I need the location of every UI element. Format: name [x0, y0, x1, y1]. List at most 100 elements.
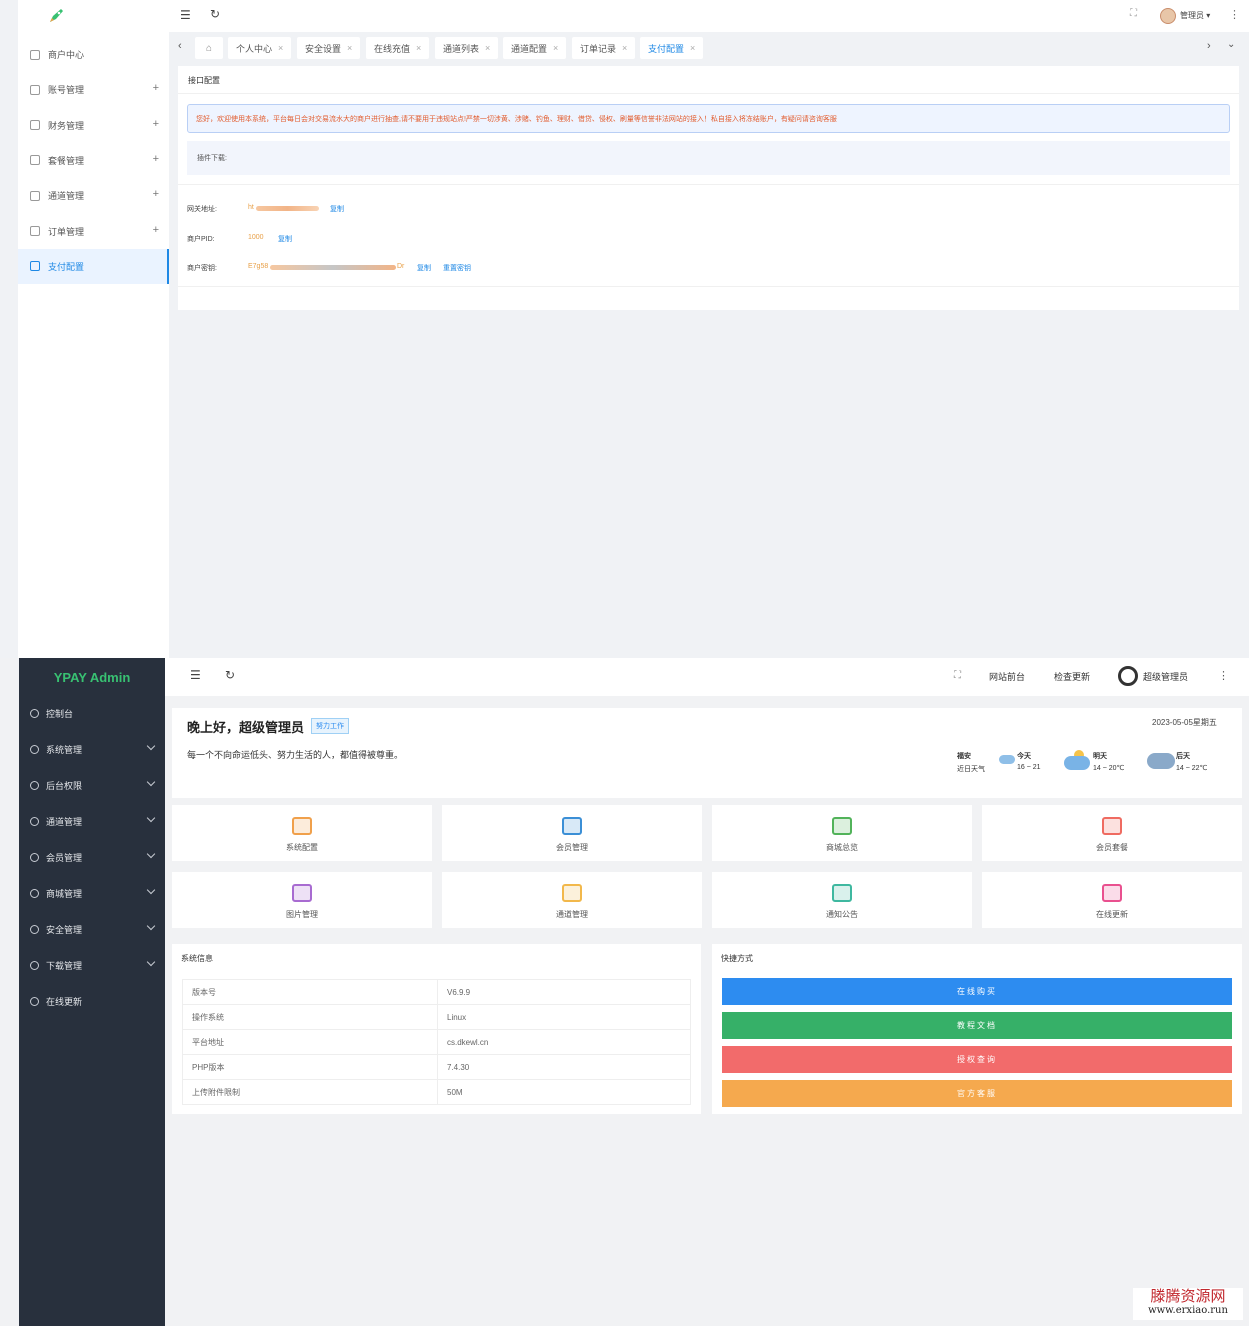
chevron-down-icon: [146, 921, 156, 931]
quick-link-button[interactable]: 官方客服: [722, 1080, 1232, 1107]
close-icon[interactable]: ×: [553, 43, 558, 53]
tab-1[interactable]: 安全设置 ×: [297, 37, 361, 59]
frontend-link[interactable]: 网站前台: [989, 670, 1025, 683]
more-icon[interactable]: ⋮: [1218, 669, 1229, 682]
close-icon[interactable]: ×: [690, 43, 695, 53]
close-icon[interactable]: ×: [278, 43, 283, 53]
menu-toggle-icon[interactable]: ☰: [190, 668, 201, 682]
shortcut-tile[interactable]: 系统配置: [172, 805, 432, 861]
tile-label: 系统配置: [286, 843, 318, 852]
sidebar-item[interactable]: 套餐管理 +: [18, 143, 169, 178]
status-badge: 努力工作: [311, 718, 349, 734]
tab-label: 通道配置: [511, 43, 548, 54]
sidebar-item[interactable]: 在线更新: [19, 983, 165, 1019]
quick-link-button[interactable]: 在线购买: [722, 978, 1232, 1005]
fullscreen-icon[interactable]: ⛶: [954, 670, 961, 681]
tabs-prev-icon[interactable]: ‹: [178, 40, 182, 52]
shortcut-tile[interactable]: 通道管理: [442, 872, 702, 928]
sidebar-item-label: 通道管理: [48, 191, 85, 202]
admin-sidebar: YPAY Admin 控制台系统管理后台权限 通道管理 会员管理 商城管理 安全管理下载…: [19, 658, 165, 1326]
chevron-down-icon: [146, 885, 156, 895]
expand-plus-icon[interactable]: +: [153, 153, 159, 165]
info-value: cs.dkewl.cn: [437, 1029, 691, 1055]
home-tab[interactable]: ⌂: [195, 37, 223, 59]
expand-plus-icon[interactable]: +: [153, 82, 159, 94]
user-menu[interactable]: 超级管理员: [1143, 670, 1188, 683]
check-update-link[interactable]: 检查更新: [1054, 670, 1090, 683]
key-reset-link[interactable]: 重置密钥: [443, 263, 471, 273]
sidebar-item[interactable]: 商城管理: [19, 875, 165, 911]
sysinfo-title: 系统信息: [181, 954, 213, 963]
sidebar-item[interactable]: 下载管理: [19, 947, 165, 983]
sidebar-item[interactable]: 会员管理: [19, 839, 165, 875]
shortcut-tile[interactable]: 图片管理: [172, 872, 432, 928]
tab-6[interactable]: 支付配置 ×: [640, 37, 704, 59]
sidebar-item[interactable]: 通道管理: [19, 803, 165, 839]
close-icon[interactable]: ×: [347, 43, 352, 53]
table-row: 操作系统 Linux: [182, 1004, 691, 1030]
key-copy-link[interactable]: 复制: [417, 263, 431, 273]
refresh-icon[interactable]: ↻: [210, 7, 220, 21]
close-icon[interactable]: ×: [416, 43, 421, 53]
sidebar-item-label: 下载管理: [46, 960, 83, 971]
weather-range-1: 16 ~ 21: [1017, 764, 1041, 771]
user-avatar[interactable]: [1160, 8, 1176, 24]
sidebar-item[interactable]: 支付配置: [18, 248, 169, 284]
shortcut-tile[interactable]: 通知公告: [712, 872, 972, 928]
user-menu[interactable]: 管理员 ▾: [1180, 10, 1210, 21]
shortcut-tile[interactable]: 会员套餐: [982, 805, 1242, 861]
sidebar-item-label: 系统管理: [46, 744, 83, 755]
tab-label: 通道列表: [443, 43, 480, 54]
sidebar-item[interactable]: 控制台: [19, 695, 165, 731]
menu-icon: [30, 261, 40, 272]
fullscreen-icon[interactable]: ⛶: [1130, 8, 1137, 19]
more-icon[interactable]: ⋮: [1229, 8, 1240, 21]
tab-0[interactable]: 个人中心 ×: [228, 37, 292, 59]
shortcut-tile[interactable]: 会员管理: [442, 805, 702, 861]
shortcut-tile[interactable]: 商城总览: [712, 805, 972, 861]
expand-plus-icon[interactable]: +: [153, 188, 159, 200]
gateway-copy-link[interactable]: 复制: [330, 204, 344, 214]
brand-title: YPAY Admin: [53, 670, 131, 685]
welcome-card: 晚上好，超级管理员 努力工作 每一个不向命运低头、努力生活的人，都值得被尊重。 …: [172, 708, 1242, 798]
tabs-next-icon[interactable]: ›: [1207, 40, 1211, 52]
sidebar-item[interactable]: 商户中心: [18, 37, 169, 72]
menu-toggle-icon[interactable]: ☰: [180, 8, 191, 22]
weather-range-3: 14 ~ 22℃: [1176, 765, 1208, 772]
refresh-icon[interactable]: ↻: [225, 668, 235, 682]
sidebar-item[interactable]: 财务管理 +: [18, 108, 169, 143]
card-icon: [562, 884, 582, 902]
quick-link-button[interactable]: 教程文档: [722, 1012, 1232, 1039]
close-icon[interactable]: ×: [622, 43, 627, 53]
sidebar-item-label: 在线更新: [46, 996, 83, 1007]
cloud-icon: [1064, 756, 1090, 770]
tab-3[interactable]: 通道列表 ×: [435, 37, 499, 59]
sidebar-item[interactable]: 账号管理 +: [18, 72, 169, 107]
menu-icon: [30, 924, 39, 934]
quick-title: 快捷方式: [721, 954, 753, 963]
motto-text: 每一个不向命运低头、努力生活的人，都值得被尊重。: [187, 750, 404, 760]
user-avatar[interactable]: [1118, 666, 1138, 686]
quick-link-button[interactable]: 授权查询: [722, 1046, 1232, 1073]
close-icon[interactable]: ×: [485, 43, 490, 53]
pid-copy-link[interactable]: 复制: [278, 234, 292, 244]
sidebar-item[interactable]: 后台权限: [19, 767, 165, 803]
shortcut-tile[interactable]: 在线更新: [982, 872, 1242, 928]
sidebar-item[interactable]: 通道管理 +: [18, 178, 169, 213]
tabs-dropdown-icon[interactable]: ⌄: [1227, 39, 1235, 50]
menu-icon: [30, 816, 39, 826]
expand-plus-icon[interactable]: +: [153, 118, 159, 130]
info-value: Linux: [437, 1004, 691, 1030]
tab-label: 支付配置: [648, 43, 685, 54]
tab-2[interactable]: 在线充值 ×: [366, 37, 430, 59]
key-value-end: Dr: [397, 263, 405, 270]
tab-5[interactable]: 订单记录 ×: [572, 37, 636, 59]
sidebar-item[interactable]: 安全管理: [19, 911, 165, 947]
notice-alert: 您好，欢迎使用本系统，平台每日会对交易流水大的商户进行抽查,请不要用于违规站点!…: [187, 104, 1230, 133]
expand-plus-icon[interactable]: +: [153, 224, 159, 236]
tab-4[interactable]: 通道配置 ×: [503, 37, 567, 59]
weather-day-2: 明天: [1093, 753, 1107, 760]
sidebar-item[interactable]: 系统管理: [19, 731, 165, 767]
sidebar-item[interactable]: 订单管理 +: [18, 214, 169, 249]
menu-icon: [30, 226, 40, 236]
